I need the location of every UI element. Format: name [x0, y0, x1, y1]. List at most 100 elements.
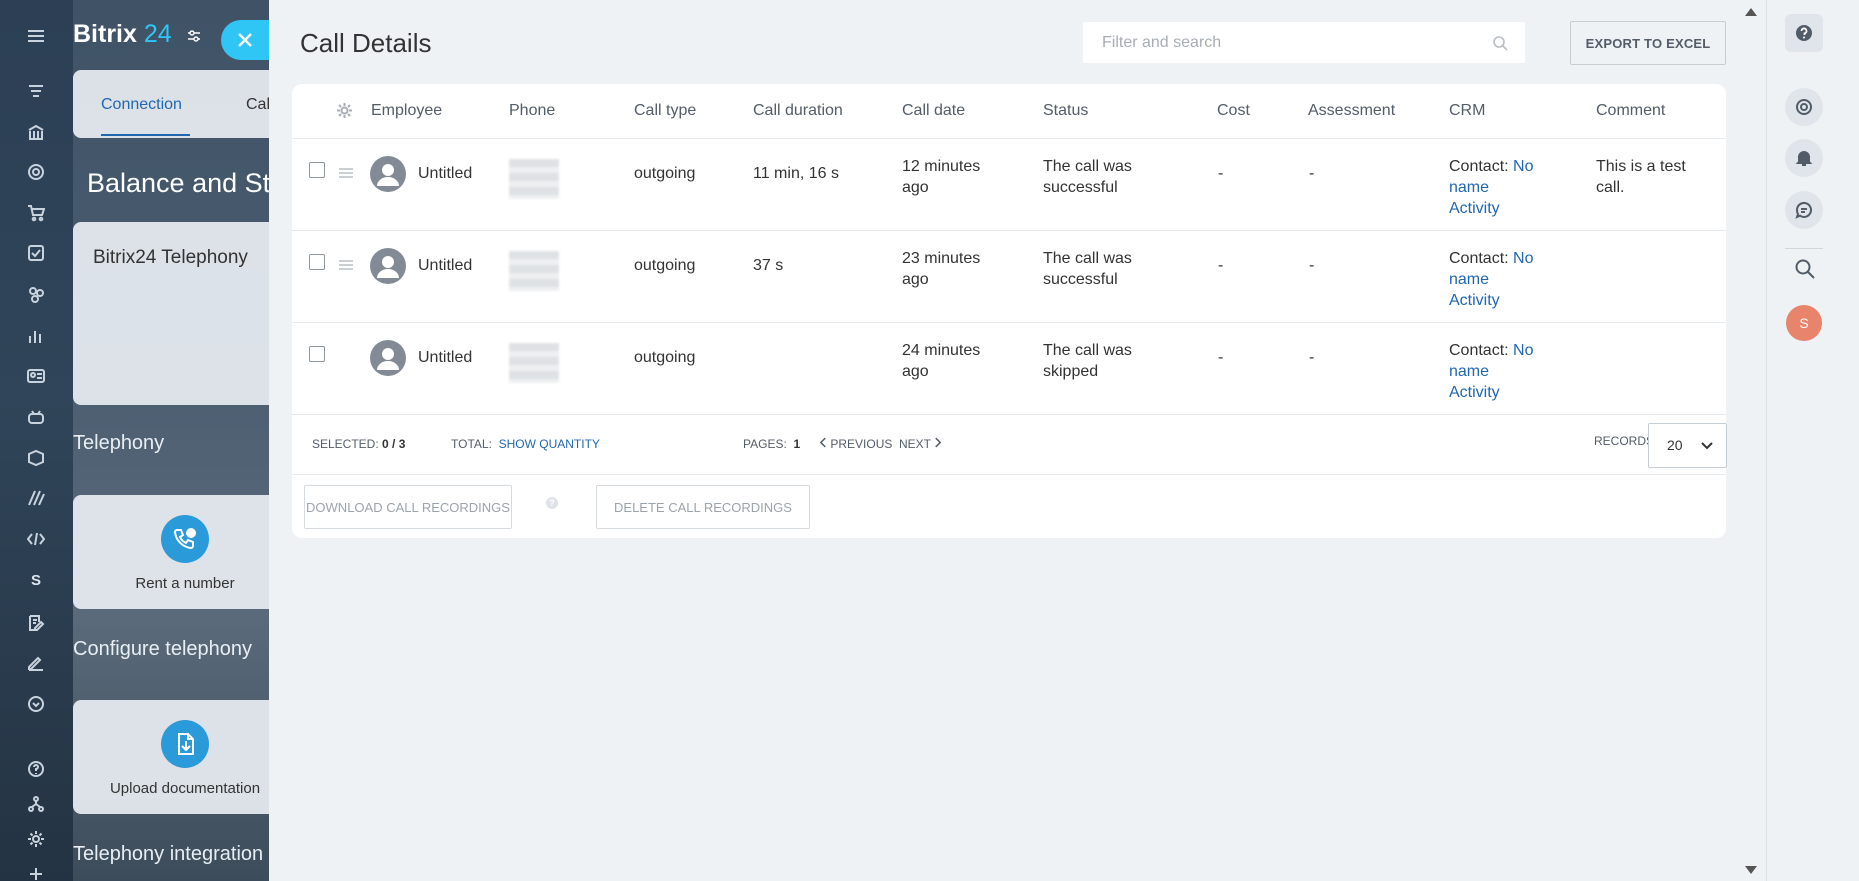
help-button[interactable]: [1785, 14, 1823, 52]
telephony-provider-label[interactable]: Bitrix24 Telephony: [93, 247, 248, 269]
total-label: TOTAL:: [451, 437, 492, 451]
call-date-line: ago: [902, 271, 929, 288]
tabs-card: Connection Cal: [73, 70, 269, 138]
developer-code-icon[interactable]: [24, 527, 48, 551]
active-tab-indicator: [101, 134, 190, 136]
phone-rent-icon: [161, 515, 209, 563]
box-icon[interactable]: [24, 446, 48, 470]
crm-activity-link[interactable]: Activity: [1449, 198, 1534, 219]
sites-icon[interactable]: [24, 282, 48, 306]
column-header-comment[interactable]: Comment: [1596, 102, 1665, 120]
filter-funnel-icon[interactable]: [24, 80, 48, 104]
column-header-crm[interactable]: CRM: [1449, 102, 1485, 120]
cart-icon[interactable]: [24, 201, 48, 225]
crm-contact-link[interactable]: name: [1449, 269, 1534, 290]
employee-name[interactable]: Untitled: [418, 163, 472, 184]
search-icon[interactable]: [1492, 35, 1508, 51]
previous-page-button[interactable]: PREVIOUS: [819, 437, 892, 451]
tab-connection[interactable]: Connection: [101, 96, 182, 114]
crm-activity-link[interactable]: Activity: [1449, 382, 1534, 403]
tab-calls[interactable]: Cal: [246, 96, 269, 114]
crm-prefix: Contact:: [1449, 250, 1509, 267]
call-assessment: -: [1309, 165, 1315, 182]
upload-document-icon: [161, 720, 209, 768]
column-header-cost[interactable]: Cost: [1217, 102, 1250, 120]
structure-icon[interactable]: [24, 792, 48, 816]
row-checkbox[interactable]: [309, 254, 325, 270]
marketing-icon[interactable]: [24, 486, 48, 510]
crm-contact-link[interactable]: No: [1513, 342, 1533, 359]
table-row[interactable]: Untitled outgoing 37 s 23 minutes ago Th…: [292, 230, 1726, 322]
messenger-button[interactable]: [1785, 191, 1823, 229]
filter-search-box[interactable]: [1083, 22, 1525, 63]
column-header-status[interactable]: Status: [1043, 102, 1088, 120]
show-quantity-link[interactable]: SHOW QUANTITY: [499, 437, 600, 451]
column-header-employee[interactable]: Employee: [371, 102, 442, 120]
scroll-up-arrow-icon[interactable]: [1745, 8, 1757, 16]
pages-value[interactable]: 1: [793, 437, 800, 451]
employee-name[interactable]: Untitled: [418, 255, 472, 276]
crm-contact-link[interactable]: name: [1449, 177, 1534, 198]
crm-contact-link[interactable]: No: [1513, 250, 1533, 267]
row-checkbox[interactable]: [309, 346, 325, 362]
records-per-page-select[interactable]: 20: [1648, 423, 1727, 468]
signature-icon[interactable]: [24, 651, 48, 675]
column-settings-gear-icon[interactable]: [336, 102, 353, 119]
tasks-icon[interactable]: [24, 241, 48, 265]
next-page-button[interactable]: NEXT: [899, 437, 942, 451]
rail-s-label[interactable]: S: [24, 568, 48, 592]
search-icon[interactable]: [1794, 258, 1816, 280]
portal-settings-icon[interactable]: [186, 28, 202, 44]
employee-name[interactable]: Untitled: [418, 347, 472, 368]
call-comment: This is a test call.: [1596, 156, 1686, 198]
employee-avatar: [370, 248, 406, 284]
table-row[interactable]: Untitled outgoing 24 minutes ago The cal…: [292, 322, 1726, 414]
search-input[interactable]: [1084, 23, 1484, 62]
menu-icon[interactable]: [24, 24, 48, 48]
calls-grid: Employee Phone Call type Call duration C…: [292, 84, 1727, 538]
selected-counter: SELECTED: 0 / 3: [312, 437, 405, 451]
table-row[interactable]: Untitled outgoing 11 min, 16 s 12 minute…: [292, 138, 1726, 230]
copilot-button[interactable]: [1785, 88, 1823, 126]
user-avatar[interactable]: S: [1786, 305, 1822, 341]
row-checkbox[interactable]: [309, 162, 325, 178]
add-icon[interactable]: [24, 862, 48, 881]
column-header-assessment[interactable]: Assessment: [1308, 102, 1395, 120]
help-icon[interactable]: [24, 757, 48, 781]
settings-icon[interactable]: [24, 827, 48, 851]
crm-contact-link[interactable]: No: [1513, 158, 1533, 175]
drag-handle-icon[interactable]: [339, 167, 353, 179]
export-to-excel-button[interactable]: EXPORT TO EXCEL: [1570, 21, 1726, 65]
call-type: outgoing: [634, 349, 696, 366]
scroll-down-arrow-icon[interactable]: [1745, 866, 1757, 874]
edit-document-icon[interactable]: [24, 611, 48, 635]
chevron-down-circle-icon[interactable]: [24, 692, 48, 716]
call-assessment: -: [1309, 349, 1315, 366]
target-icon[interactable]: [24, 160, 48, 184]
column-header-phone[interactable]: Phone: [509, 102, 555, 120]
download-call-recordings-button[interactable]: DOWNLOAD CALL RECORDINGS: [304, 485, 512, 529]
robot-icon[interactable]: [24, 405, 48, 429]
portal-logo[interactable]: Bitrix 24: [73, 20, 172, 49]
status-line: successful: [1043, 271, 1118, 288]
call-cost: -: [1218, 349, 1224, 366]
delete-call-recordings-button[interactable]: DELETE CALL RECORDINGS: [596, 485, 810, 529]
logo-name: Bitrix: [73, 20, 137, 48]
drag-handle-icon[interactable]: [339, 259, 353, 271]
rent-number-tile[interactable]: Rent a number: [73, 495, 269, 609]
bank-icon[interactable]: [24, 120, 48, 144]
crm-cell: Contact: No name Activity: [1449, 248, 1534, 311]
contact-card-icon[interactable]: [24, 364, 48, 388]
crm-contact-link[interactable]: name: [1449, 361, 1534, 382]
column-header-call-date[interactable]: Call date: [902, 102, 965, 120]
phone-number-redacted: [509, 343, 559, 383]
help-hint-icon[interactable]: ?: [546, 497, 558, 509]
notifications-button[interactable]: [1785, 139, 1823, 177]
column-header-call-type[interactable]: Call type: [634, 102, 696, 120]
column-header-call-duration[interactable]: Call duration: [753, 102, 843, 120]
close-icon: [238, 33, 252, 47]
analytics-icon[interactable]: [24, 324, 48, 348]
upload-documentation-tile[interactable]: Upload documentation: [73, 700, 269, 814]
close-slider-button[interactable]: [221, 20, 269, 60]
crm-activity-link[interactable]: Activity: [1449, 290, 1534, 311]
